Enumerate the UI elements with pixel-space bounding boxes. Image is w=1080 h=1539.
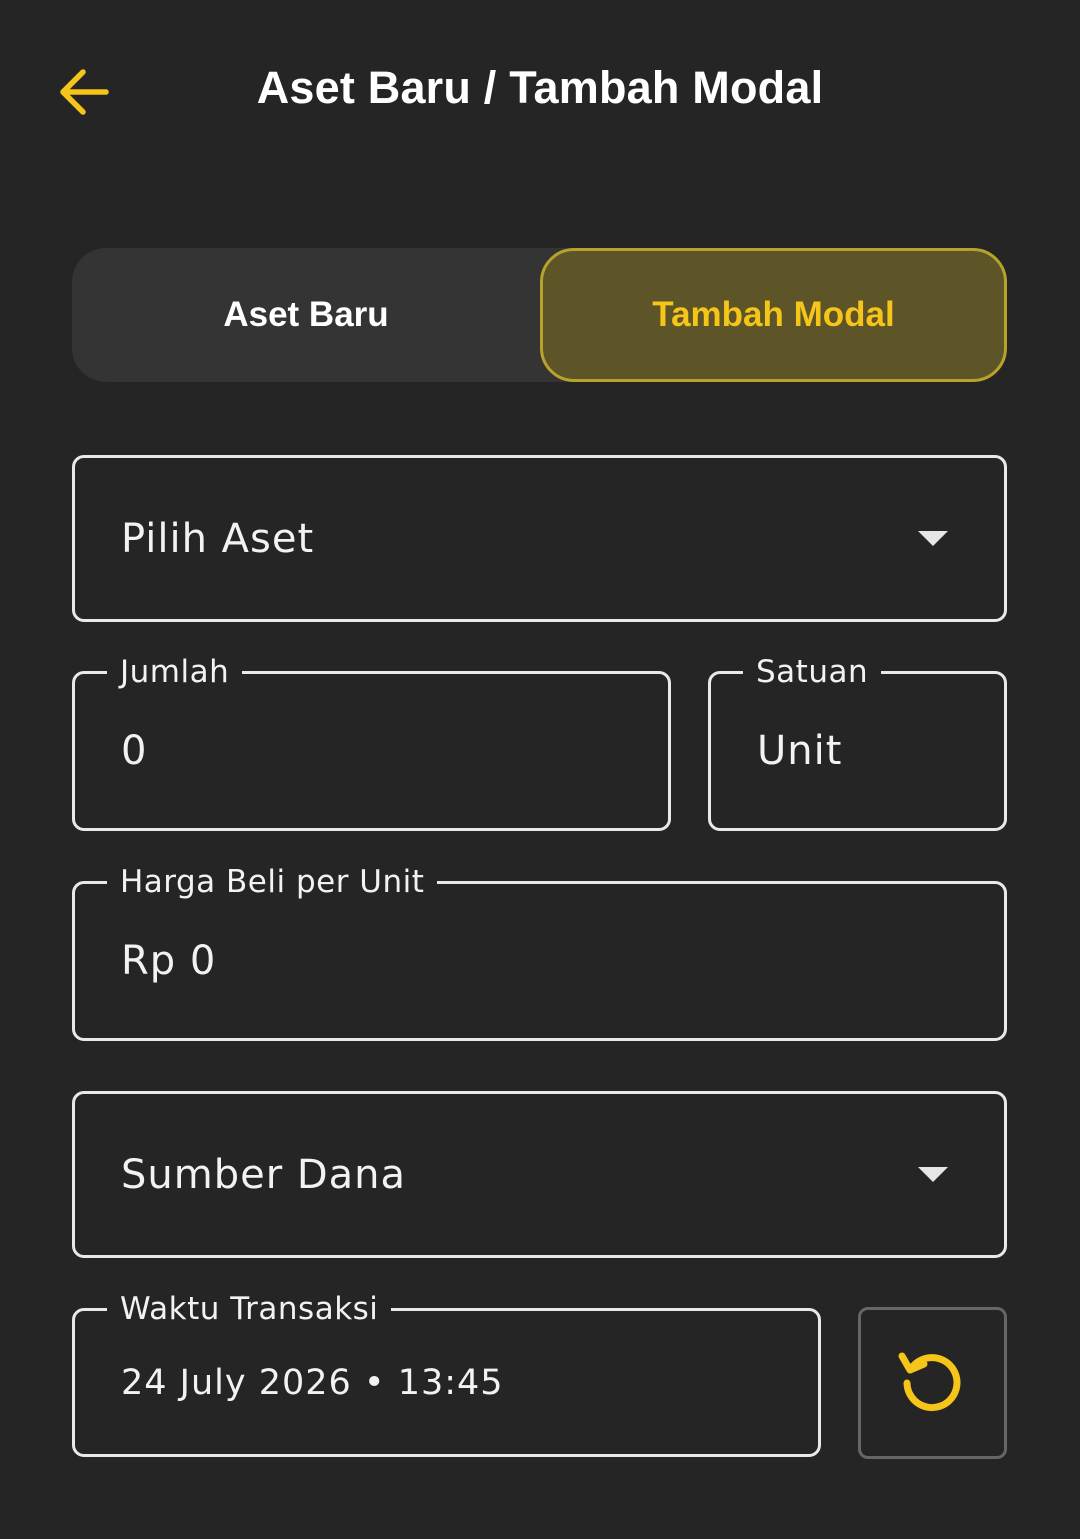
quantity-value: 0: [121, 728, 148, 774]
fund-source-select[interactable]: Sumber Dana: [72, 1091, 1007, 1258]
quantity-label: Jumlah: [107, 652, 243, 692]
quantity-field[interactable]: Jumlah 0: [72, 652, 671, 831]
tab-aset-baru[interactable]: Aset Baru: [72, 248, 540, 382]
asset-select-placeholder: Pilih Aset: [121, 515, 315, 562]
fund-source-placeholder: Sumber Dana: [121, 1151, 407, 1198]
unit-value: Unit: [757, 728, 843, 774]
reset-time-button[interactable]: [858, 1307, 1007, 1459]
dropdown-caret-icon: [918, 530, 948, 546]
price-per-unit-value: Rp 0: [121, 938, 217, 984]
tab-tambah-modal[interactable]: Tambah Modal: [540, 248, 1007, 382]
price-per-unit-field[interactable]: Harga Beli per Unit Rp 0: [72, 862, 1007, 1041]
price-per-unit-label: Harga Beli per Unit: [107, 862, 438, 902]
dropdown-caret-icon: [918, 1166, 948, 1182]
transaction-time-value: 24 July 2026 • 13:45: [121, 1362, 504, 1403]
transaction-time-label: Waktu Transaksi: [107, 1289, 392, 1329]
refresh-icon: [898, 1352, 960, 1412]
transaction-time-field[interactable]: Waktu Transaksi 24 July 2026 • 13:45: [72, 1289, 821, 1457]
unit-label: Satuan: [743, 652, 882, 692]
mode-segmented-control: Aset Baru Tambah Modal: [72, 248, 1007, 382]
asset-select[interactable]: Pilih Aset: [72, 455, 1007, 622]
page-title: Aset Baru / Tambah Modal: [256, 62, 824, 113]
unit-field[interactable]: Satuan Unit: [708, 652, 1007, 831]
app-screen: Aset Baru / Tambah Modal Aset Baru Tamba…: [0, 0, 1080, 1539]
